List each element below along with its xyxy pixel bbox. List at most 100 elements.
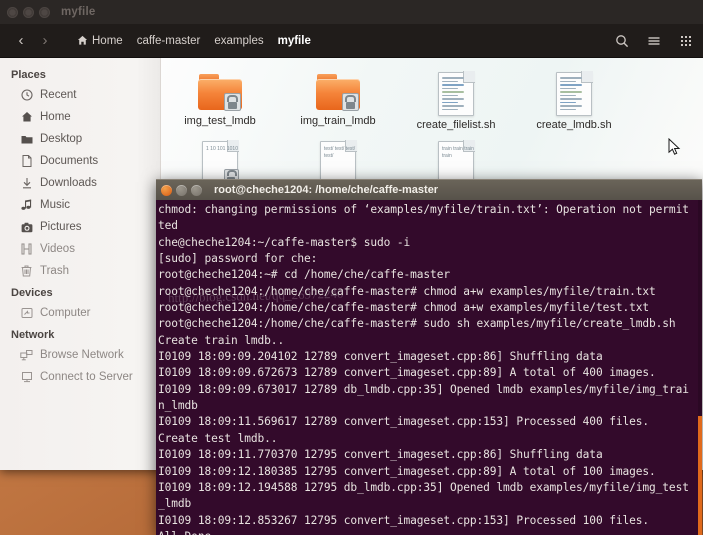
- sidebar-item-computer[interactable]: Computer: [0, 302, 160, 324]
- sidebar-label-recent: Recent: [40, 89, 77, 101]
- file-manager-titlebar: myfile: [0, 0, 703, 24]
- terminal-maximize-button[interactable]: [191, 184, 202, 196]
- terminal-line: chmod: changing permissions of ‘examples…: [158, 203, 689, 216]
- film-icon: [20, 243, 33, 256]
- home-icon: [20, 111, 33, 124]
- terminal-line: I0109 18:09:12.194588 12795 db_lmdb.cpp:…: [158, 480, 689, 494]
- sidebar-section-places: Places: [11, 69, 46, 81]
- terminal-line: _lmdb: [158, 497, 192, 511]
- file-row-1: img_test_lmdb img_train_lmdb create_file…: [161, 68, 703, 131]
- lock-icon: [224, 93, 241, 111]
- terminal-window[interactable]: root@cheche1204: /home/che/caffe-master …: [156, 179, 702, 535]
- terminal-line: n_lmdb: [158, 399, 198, 413]
- document-icon: [556, 71, 593, 116]
- camera-icon: [20, 221, 33, 234]
- fm-maximize-button[interactable]: [39, 6, 50, 18]
- document-icon: [438, 71, 475, 116]
- breadcrumb-item-examples[interactable]: examples: [207, 33, 270, 49]
- sidebar-label-documents: Documents: [40, 155, 99, 167]
- back-button[interactable]: ‹: [10, 30, 32, 52]
- network-icon: [20, 349, 33, 362]
- sidebar-item-videos[interactable]: Videos: [0, 238, 160, 260]
- document-icon: [20, 155, 33, 168]
- sidebar-label-connect-to-server: Connect to Server: [40, 371, 133, 383]
- terminal-line: root@cheche1204:/home/che/caffe-master# …: [158, 284, 656, 298]
- terminal-line: Create test lmdb..: [158, 431, 278, 445]
- breadcrumb-item-myfile[interactable]: myfile: [271, 33, 318, 49]
- sidebar-item-music[interactable]: Music: [0, 194, 160, 216]
- sidebar-label-pictures: Pictures: [40, 221, 82, 233]
- file-item-create-filelist-sh[interactable]: create_filelist.sh: [397, 68, 515, 131]
- folder-icon: [197, 72, 243, 112]
- search-icon[interactable]: [614, 33, 630, 49]
- terminal-titlebar: root@cheche1204: /home/che/caffe-master: [156, 179, 702, 200]
- folder-icon: [20, 133, 33, 146]
- sidebar-label-videos: Videos: [40, 243, 75, 255]
- file-preview-text: test/ test/ test/ test/: [324, 146, 356, 159]
- terminal-line: root@cheche1204:/home/che/caffe-master# …: [158, 317, 676, 331]
- sidebar-item-pictures[interactable]: Pictures: [0, 216, 160, 238]
- file-manager-toolbar: ‹ › Home caffe-master examples myfile: [0, 24, 703, 58]
- sidebar-section-network: Network: [11, 329, 55, 341]
- sidebar-label-downloads: Downloads: [40, 177, 97, 189]
- menu-icon[interactable]: [646, 33, 662, 49]
- terminal-line: ted: [158, 219, 178, 233]
- sidebar-item-connect-to-server[interactable]: Connect to Server: [0, 366, 160, 388]
- sidebar-label-trash: Trash: [40, 265, 69, 277]
- terminal-line: All Done..: [158, 529, 702, 535]
- sidebar-label-computer: Computer: [40, 307, 91, 319]
- home-icon: [77, 35, 88, 45]
- terminal-minimize-button[interactable]: [176, 184, 187, 196]
- sidebar-section-devices: Devices: [11, 287, 53, 299]
- terminal-line: I0109 18:09:11.770370 12795 convert_imag…: [158, 448, 603, 462]
- sidebar-item-trash[interactable]: Trash: [0, 260, 160, 282]
- terminal-line: che@cheche1204:~/caffe-master$ sudo -i: [158, 235, 411, 249]
- terminal-output: chmod: changing permissions of ‘examples…: [158, 202, 702, 535]
- trash-icon: [20, 265, 33, 278]
- terminal-scrollbar[interactable]: [698, 200, 702, 535]
- terminal-line: I0109 18:09:09.672673 12789 convert_imag…: [158, 366, 656, 380]
- scrollbar-thumb[interactable]: [698, 416, 702, 535]
- file-item-img-train-lmdb[interactable]: img_train_lmdb: [279, 68, 397, 131]
- file-item-img-test-lmdb[interactable]: img_test_lmdb: [161, 68, 279, 131]
- terminal-line: root@cheche1204:/home/che/caffe-master# …: [158, 301, 650, 315]
- clock-icon: [20, 89, 33, 102]
- terminal-screen[interactable]: http://blog.csdn.net/qq_26972240 chmod: …: [156, 200, 702, 535]
- terminal-line: [sudo] password for che:: [158, 252, 318, 266]
- sidebar-item-browse-network[interactable]: Browse Network: [0, 344, 160, 366]
- file-manager-title: myfile: [61, 6, 96, 18]
- file-label: create_filelist.sh: [416, 119, 496, 131]
- forward-button[interactable]: ›: [34, 30, 56, 52]
- file-item-create-lmdb-sh[interactable]: create_lmdb.sh: [515, 68, 633, 131]
- file-label: create_lmdb.sh: [536, 119, 612, 131]
- sidebar-item-downloads[interactable]: Downloads: [0, 172, 160, 194]
- terminal-line: I0109 18:09:09.204102 12789 convert_imag…: [158, 350, 603, 364]
- sidebar-item-documents[interactable]: Documents: [0, 150, 160, 172]
- breadcrumb: Home caffe-master examples myfile: [70, 33, 318, 49]
- terminal-line: I0109 18:09:12.180385 12795 convert_imag…: [158, 464, 656, 478]
- sidebar-label-music: Music: [40, 199, 71, 211]
- computer-icon: [20, 307, 33, 320]
- breadcrumb-item-home[interactable]: Home: [70, 33, 130, 49]
- terminal-line: I0109 18:09:09.673017 12789 db_lmdb.cpp:…: [158, 382, 689, 396]
- mouse-cursor: [668, 138, 681, 155]
- sidebar-label-home: Home: [40, 111, 71, 123]
- fm-minimize-button[interactable]: [23, 6, 34, 18]
- terminal-title: root@cheche1204: /home/che/caffe-master: [214, 184, 439, 196]
- file-label: img_test_lmdb: [184, 115, 256, 127]
- folder-icon: [315, 72, 361, 112]
- sidebar-item-recent[interactable]: Recent: [0, 84, 160, 106]
- fm-close-button[interactable]: [7, 6, 18, 18]
- sidebar-item-desktop[interactable]: Desktop: [0, 128, 160, 150]
- sidebar-item-home[interactable]: Home: [0, 106, 160, 128]
- view-grid-icon[interactable]: [678, 33, 694, 49]
- file-label: img_train_lmdb: [300, 115, 376, 127]
- sidebar-label-desktop: Desktop: [40, 133, 83, 145]
- file-preview-text: train train train train: [442, 146, 474, 159]
- terminal-line: I0109 18:09:11.569617 12789 convert_imag…: [158, 415, 650, 429]
- music-note-icon: [20, 199, 33, 212]
- breadcrumb-item-caffe-master[interactable]: caffe-master: [130, 33, 208, 49]
- download-icon: [20, 177, 33, 190]
- breadcrumb-label-home: Home: [92, 34, 123, 47]
- terminal-close-button[interactable]: [161, 184, 172, 196]
